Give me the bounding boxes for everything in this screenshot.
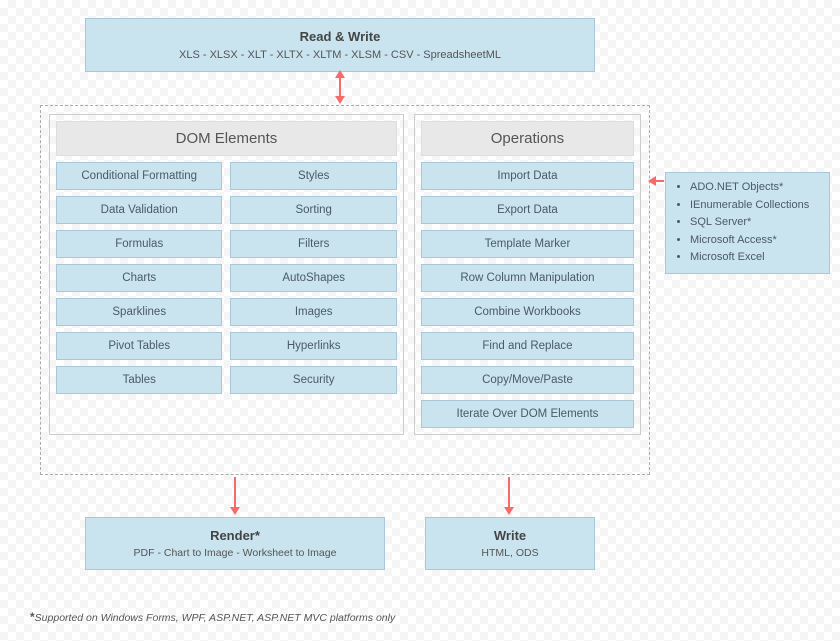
data-source-item: IEnumerable Collections [690, 197, 823, 215]
ops-item: Row Column Manipulation [421, 264, 634, 292]
dom-item: Data Validation [56, 196, 222, 224]
dom-item: Formulas [56, 230, 222, 258]
data-source-item: ADO.NET Objects* [690, 179, 823, 197]
data-sources-box: ADO.NET Objects* IEnumerable Collections… [665, 172, 830, 274]
data-source-item: SQL Server* [690, 214, 823, 232]
dom-item: AutoShapes [230, 264, 396, 292]
ops-item: Export Data [421, 196, 634, 224]
ops-item: Combine Workbooks [421, 298, 634, 326]
write-formats: HTML, ODS [436, 546, 584, 562]
ops-item: Template Marker [421, 230, 634, 258]
operations-panel: Operations Import Data Export Data Templ… [414, 114, 641, 435]
dom-item: Sorting [230, 196, 396, 224]
read-write-title: Read & Write [96, 27, 584, 47]
render-formats: PDF - Chart to Image - Worksheet to Imag… [96, 546, 374, 562]
dom-item: Images [230, 298, 396, 326]
data-source-item: Microsoft Access* [690, 232, 823, 250]
data-source-item: Microsoft Excel [690, 249, 823, 267]
render-box: Render* PDF - Chart to Image - Worksheet… [85, 517, 385, 570]
dom-elements-header: DOM Elements [56, 121, 397, 156]
dom-item: Pivot Tables [56, 332, 222, 360]
render-title: Render* [96, 526, 374, 546]
footnote: *Supported on Windows Forms, WPF, ASP.NE… [30, 610, 395, 624]
read-write-box: Read & Write XLS - XLSX - XLT - XLTX - X… [85, 18, 595, 72]
dom-item: Charts [56, 264, 222, 292]
dom-item: Sparklines [56, 298, 222, 326]
footnote-text: Supported on Windows Forms, WPF, ASP.NET… [35, 612, 396, 624]
dom-elements-panel: DOM Elements Conditional Formatting Data… [49, 114, 404, 435]
operations-header: Operations [421, 121, 634, 156]
read-write-formats: XLS - XLSX - XLT - XLTX - XLTM - XLSM - … [96, 47, 584, 64]
dom-item: Styles [230, 162, 396, 190]
ops-item: Copy/Move/Paste [421, 366, 634, 394]
dom-item: Tables [56, 366, 222, 394]
dom-item: Hyperlinks [230, 332, 396, 360]
ops-item-import-data: Import Data [421, 162, 634, 190]
dom-item: Filters [230, 230, 396, 258]
main-container: DOM Elements Conditional Formatting Data… [40, 105, 650, 475]
write-box: Write HTML, ODS [425, 517, 595, 570]
write-title: Write [436, 526, 584, 546]
ops-item: Find and Replace [421, 332, 634, 360]
ops-item: Iterate Over DOM Elements [421, 400, 634, 428]
dom-item: Conditional Formatting [56, 162, 222, 190]
dom-item: Security [230, 366, 396, 394]
